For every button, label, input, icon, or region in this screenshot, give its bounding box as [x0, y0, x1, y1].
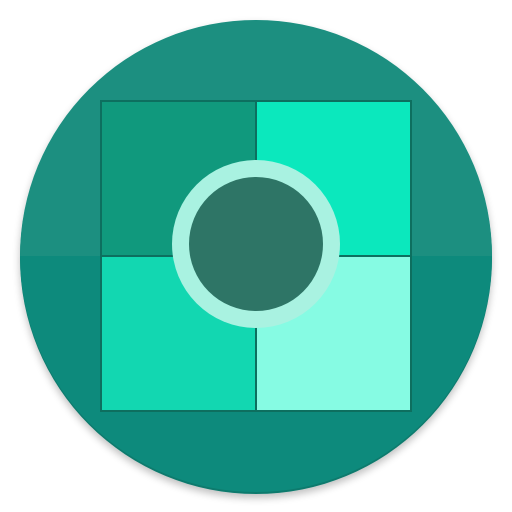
app-icon	[20, 20, 492, 494]
lens-dot	[189, 177, 323, 311]
icon-canvas	[0, 0, 512, 512]
center-lens	[172, 160, 340, 328]
